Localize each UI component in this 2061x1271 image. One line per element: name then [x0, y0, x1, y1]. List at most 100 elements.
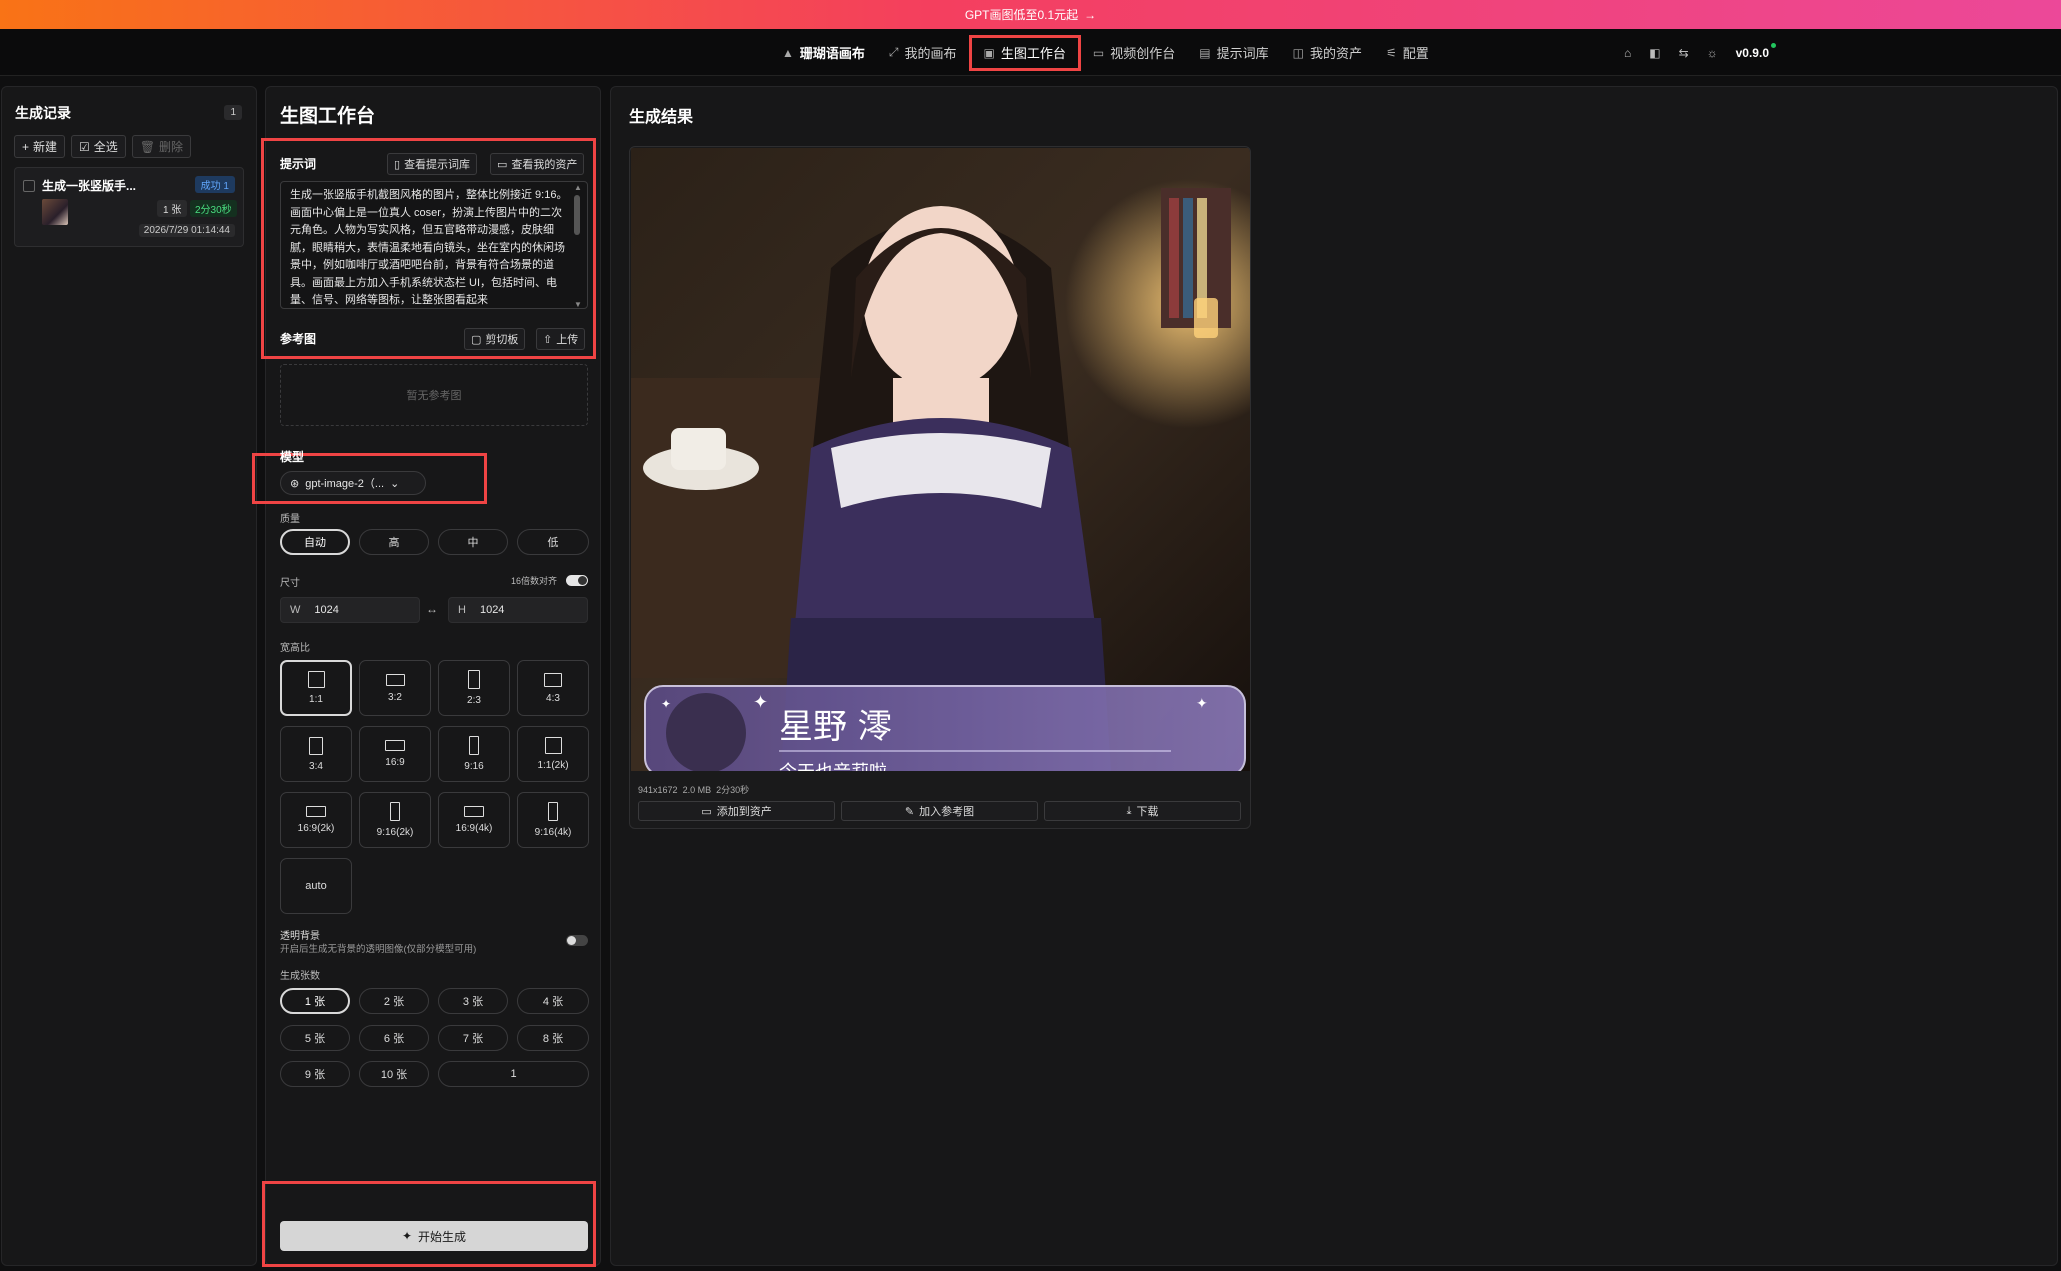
prompt-scrollbar[interactable]: ▲ ▼	[574, 183, 582, 309]
robot-icon[interactable]: ⌂	[1624, 46, 1631, 60]
scroll-up-icon[interactable]: ▲	[574, 183, 582, 192]
overlay-subtitle: 今天也音莉啦	[779, 762, 887, 771]
settings-sliders-icon[interactable]: ⇆	[1679, 46, 1689, 60]
checkbox-icon: ☑	[79, 139, 90, 154]
clipboard-button[interactable]: ▢ 剪切板	[464, 328, 526, 350]
count-8[interactable]: 8 张	[517, 1025, 589, 1051]
portrait-icon	[548, 802, 558, 821]
scroll-down-icon[interactable]: ▼	[574, 300, 582, 309]
width-value: 1024	[314, 604, 339, 616]
transparent-toggle[interactable]	[566, 935, 588, 946]
nav-image-workbench[interactable]: ▣ 生图工作台	[968, 34, 1081, 71]
swap-icon[interactable]: ↔	[426, 602, 438, 616]
svg-text:✦: ✦	[1196, 695, 1208, 711]
count-6[interactable]: 6 张	[359, 1025, 429, 1051]
count-custom-input[interactable]: 1	[438, 1061, 589, 1087]
count-9[interactable]: 9 张	[280, 1061, 350, 1087]
nav-label: 我的资产	[1309, 46, 1362, 61]
count-7[interactable]: 7 张	[438, 1025, 508, 1051]
generate-button[interactable]: ✦ 开始生成	[280, 1221, 588, 1251]
add-to-assets-button[interactable]: ▭ 添加到资产	[638, 801, 835, 821]
ratio-9-16-4k[interactable]: 9:16(4k)	[517, 792, 589, 848]
quality-medium[interactable]: 中	[438, 529, 508, 555]
book-icon[interactable]: ◧	[1649, 46, 1660, 60]
reference-label: 参考图	[280, 332, 317, 346]
landscape-icon	[544, 672, 562, 687]
nav-label: 提示词库	[1216, 46, 1269, 61]
history-item-checkbox[interactable]	[23, 180, 35, 192]
ratio-1-1[interactable]: 1:1	[280, 660, 352, 716]
ratio-auto[interactable]: auto	[280, 858, 352, 914]
brand-logo[interactable]: ▲ 珊瑚语画布	[770, 35, 877, 71]
landscape-icon	[464, 806, 484, 817]
history-panel: 生成记录 1 + 新建 ☑ 全选 🗑 删除 生成一张竖版手... 成功 1 1 张 2…	[1, 86, 257, 1266]
model-select[interactable]: ⊛ gpt-image-2（... ⌄	[280, 471, 426, 495]
count-2[interactable]: 2 张	[359, 988, 429, 1014]
ratio-16-9-2k[interactable]: 16:9(2k)	[280, 792, 352, 848]
theme-sun-icon[interactable]: ☼	[1707, 46, 1718, 60]
ratio-16-9-4k[interactable]: 16:9(4k)	[438, 792, 510, 848]
count-3[interactable]: 3 张	[438, 988, 508, 1014]
upload-button[interactable]: ⇧ 上传	[536, 328, 586, 350]
delete-button[interactable]: 🗑 删除	[131, 135, 192, 158]
expand-icon: ⤢	[888, 45, 899, 59]
ratio-3-2[interactable]: 3:2	[359, 660, 431, 716]
landscape-icon	[306, 806, 326, 817]
size-label: 尺寸	[280, 578, 300, 589]
transparent-label: 透明背景	[280, 931, 320, 942]
quality-high[interactable]: 高	[359, 529, 429, 555]
top-nav: ▲ 珊瑚语画布 ⤢ 我的画布 ▣ 生图工作台 ▭ 视频创作台 ▤ 提示词库 ◫ …	[0, 29, 2061, 76]
count-10[interactable]: 10 张	[359, 1061, 429, 1087]
history-count: 1	[224, 105, 242, 120]
nav-label: 视频创作台	[1110, 46, 1176, 61]
download-button[interactable]: ⤓ 下载	[1044, 801, 1241, 821]
nav-video-workbench[interactable]: ▭ 视频创作台	[1081, 35, 1187, 71]
count-4[interactable]: 4 张	[517, 988, 589, 1014]
portrait-icon	[469, 736, 479, 755]
quality-low[interactable]: 低	[517, 529, 589, 555]
nav-prompt-library[interactable]: ▤ 提示词库	[1187, 35, 1280, 71]
ratio-9-16-2k[interactable]: 9:16(2k)	[359, 792, 431, 848]
model-value: gpt-image-2（...	[305, 478, 385, 490]
new-button[interactable]: + 新建	[14, 135, 66, 158]
version-label[interactable]: v0.9.0	[1736, 42, 1776, 60]
history-item[interactable]: 生成一张竖版手... 成功 1 1 张 2分30秒 2026/7/29 01:1…	[14, 167, 244, 247]
trash-icon: 🗑	[139, 139, 156, 154]
image-duration: 2分30秒	[716, 785, 750, 795]
ratio-9-16[interactable]: 9:16	[438, 726, 510, 782]
assets-icon: ◫	[1292, 45, 1304, 60]
portrait-icon	[468, 670, 480, 689]
count-5[interactable]: 5 张	[280, 1025, 350, 1051]
ratio-1-1-2k[interactable]: 1:1(2k)	[517, 726, 589, 782]
clipboard-icon: ▢	[471, 333, 482, 346]
nav-config[interactable]: ⚟ 配置	[1374, 35, 1441, 71]
ratio-4-3[interactable]: 4:3	[517, 660, 589, 716]
height-field[interactable]: H 1024	[448, 597, 588, 623]
ratio-2-3[interactable]: 2:3	[438, 660, 510, 716]
image-filesize: 2.0 MB	[682, 785, 712, 795]
align16-toggle[interactable]	[566, 575, 588, 586]
count-badge: 1 张	[157, 200, 188, 217]
quality-label: 质量	[280, 514, 300, 525]
svg-text:✦: ✦	[753, 692, 768, 712]
reference-dropzone[interactable]: 暂无参考图	[280, 364, 588, 426]
view-assets-button[interactable]: ▭ 查看我的资产	[490, 153, 585, 175]
aspect-ratio-label: 宽高比	[280, 643, 310, 654]
history-title: 生成记录	[15, 105, 71, 121]
select-all-button[interactable]: ☑ 全选	[71, 135, 126, 158]
nav-my-assets[interactable]: ◫ 我的资产	[1281, 35, 1374, 71]
view-prompt-library-button[interactable]: ▯ 查看提示词库	[387, 153, 478, 175]
download-icon: ⤓	[1126, 804, 1132, 817]
scroll-thumb[interactable]	[574, 195, 580, 235]
ratio-3-4[interactable]: 3:4	[280, 726, 352, 782]
width-field[interactable]: W 1024	[280, 597, 420, 623]
nav-my-canvas[interactable]: ⤢ 我的画布	[877, 35, 969, 71]
count-1[interactable]: 1 张	[280, 988, 350, 1014]
prompt-textarea[interactable]: 生成一张竖版手机截图风格的图片，整体比例接近 9:16。画面中心偏上是一位真人 …	[280, 181, 588, 309]
add-to-reference-button[interactable]: ✎ 加入参考图	[841, 801, 1038, 821]
generated-image[interactable]: 星野 澪 今天也音莉啦 ✦ ✦ ✦	[631, 148, 1250, 771]
ratio-16-9[interactable]: 16:9	[359, 726, 431, 782]
promo-banner[interactable]: GPT画图低至0.1元起 →	[0, 0, 2061, 29]
quality-auto[interactable]: 自动	[280, 529, 350, 555]
square-icon	[544, 737, 562, 754]
